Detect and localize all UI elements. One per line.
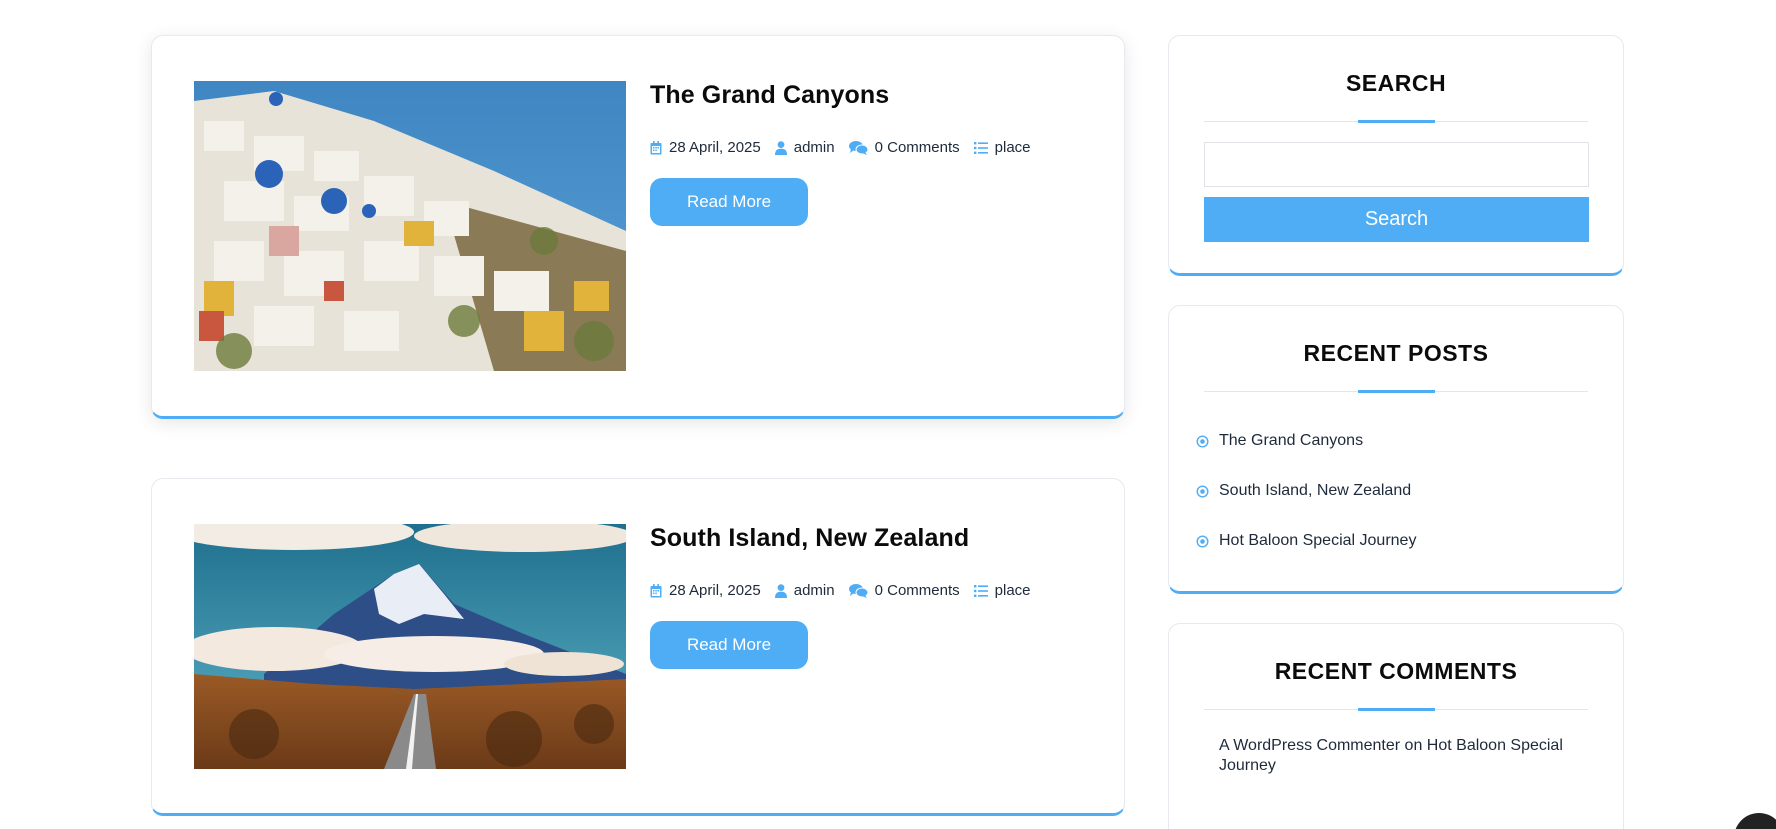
recent-comment: A WordPress Commenter on Hot Baloon Spec… [1219, 736, 1589, 776]
widget-title: RECENT COMMENTS [1274, 658, 1518, 684]
dot-circle-icon [1196, 484, 1209, 498]
recent-post-link[interactable]: South Island, New Zealand [1219, 482, 1411, 500]
divider-accent [1358, 120, 1435, 123]
dot-circle-icon [1196, 534, 1209, 548]
search-widget: SEARCH Search [1168, 35, 1624, 276]
post-image [194, 81, 626, 371]
search-input[interactable] [1204, 142, 1589, 187]
user-icon [774, 140, 787, 155]
post-title[interactable]: South Island, New Zealand [650, 524, 969, 553]
divider-accent [1358, 708, 1435, 711]
widget-title: RECENT POSTS [1303, 340, 1489, 366]
post-comments[interactable]: 0 Comments [848, 582, 960, 599]
post-meta: 28 April, 2025 admin 0 Comments place [650, 582, 1045, 599]
post-image [194, 524, 626, 769]
list-icon [973, 141, 988, 154]
post-title[interactable]: The Grand Canyons [650, 81, 889, 110]
recent-post-link[interactable]: Hot Baloon Special Journey [1219, 532, 1416, 550]
post-author-text: admin [793, 139, 835, 156]
dot-circle-icon [1196, 434, 1209, 448]
post-category-text: place [994, 582, 1031, 599]
read-more-button[interactable]: Read More [650, 621, 808, 669]
post-category[interactable]: place [973, 582, 1031, 599]
calendar-icon [650, 140, 662, 154]
post-comments[interactable]: 0 Comments [848, 139, 960, 156]
post-date-text: 28 April, 2025 [669, 582, 761, 599]
post-comments-text: 0 Comments [874, 582, 960, 599]
read-more-button[interactable]: Read More [650, 178, 808, 226]
comments-icon [848, 583, 868, 598]
list-item: Hot Baloon Special Journey [1196, 516, 1416, 566]
post-category[interactable]: place [973, 139, 1031, 156]
post-date[interactable]: 28 April, 2025 [650, 139, 761, 156]
post-date-text: 28 April, 2025 [669, 139, 761, 156]
comment-on-text: on [1404, 737, 1423, 754]
scroll-to-top-button[interactable] [1734, 813, 1776, 829]
post-comments-text: 0 Comments [874, 139, 960, 156]
post-author-text: admin [793, 582, 835, 599]
post-author[interactable]: admin [774, 139, 835, 156]
post-category-text: place [994, 139, 1031, 156]
post-meta: 28 April, 2025 admin 0 Comments place [650, 139, 1045, 156]
recent-posts-list: The Grand Canyons South Island, New Zeal… [1196, 416, 1416, 566]
recent-post-link[interactable]: The Grand Canyons [1219, 432, 1363, 450]
recent-posts-widget: RECENT POSTS The Grand Canyons South Isl… [1168, 305, 1624, 594]
list-item: The Grand Canyons [1196, 416, 1416, 466]
search-button[interactable]: Search [1204, 197, 1589, 242]
post-thumbnail-new-zealand[interactable] [194, 524, 626, 769]
post-thumbnail-santorini[interactable] [194, 81, 626, 371]
calendar-icon [650, 583, 662, 597]
comments-icon [848, 140, 868, 155]
post-date[interactable]: 28 April, 2025 [650, 582, 761, 599]
list-item: South Island, New Zealand [1196, 466, 1416, 516]
user-icon [774, 583, 787, 598]
post-card: South Island, New Zealand 28 April, 2025… [151, 478, 1125, 816]
recent-comments-widget: RECENT COMMENTS A WordPress Commenter on… [1168, 623, 1624, 829]
comment-author-link[interactable]: A WordPress Commenter [1219, 737, 1400, 754]
widget-title: SEARCH [1345, 70, 1447, 96]
divider-accent [1358, 390, 1435, 393]
list-icon [973, 584, 988, 597]
post-card: The Grand Canyons 28 April, 2025 admin 0… [151, 35, 1125, 419]
post-author[interactable]: admin [774, 582, 835, 599]
